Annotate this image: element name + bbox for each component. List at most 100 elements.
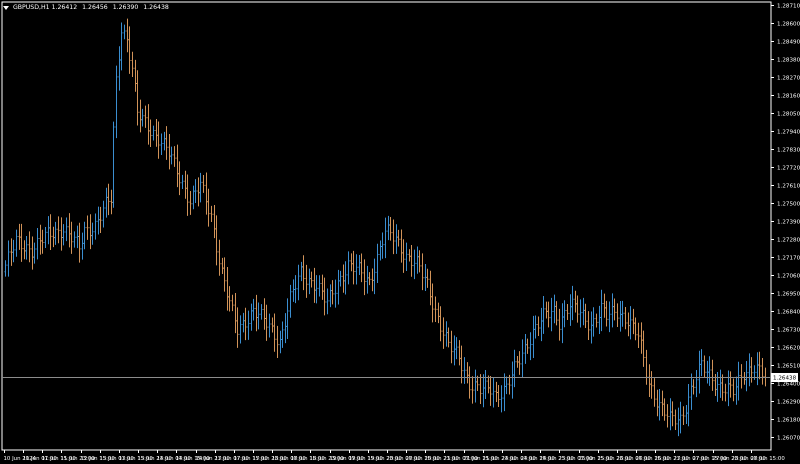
price-bar [458,340,461,366]
price-bar [466,362,469,384]
price-bar [33,242,36,264]
price-bar [561,303,564,344]
price-bar [86,215,89,240]
price-bar [62,224,65,246]
price-bar [360,253,363,283]
y-tick-label: 1.28380 [777,58,800,64]
price-bar [4,260,7,277]
price-bar [574,290,577,313]
price-bar [542,296,545,334]
price-bar [12,239,15,263]
price-bar [202,175,205,193]
price-bar [598,305,601,335]
price-bar [379,240,382,261]
y-tick-label: 1.27390 [777,220,800,226]
price-bar [616,303,619,328]
price-bar [36,228,39,260]
price-bar [545,301,548,319]
price-bar [223,257,226,292]
price-bar [102,200,105,228]
close-value: 1.26438 [143,4,169,11]
price-bar [621,300,624,327]
price-bar [73,231,76,248]
price-bar [376,243,379,284]
price-bar [640,322,643,354]
price-bar [228,286,231,312]
price-bar [421,253,424,291]
price-bar [41,229,44,254]
price-bar [78,222,81,263]
price-bar [450,330,453,364]
price-bar [505,376,508,395]
open-value: 1.26412 [51,4,78,11]
price-bar [671,401,674,427]
collapse-triangle-icon[interactable] [3,5,9,10]
price-bar [416,246,419,274]
price-bar [178,161,181,196]
price-bar [550,297,553,332]
bars-layer [4,18,767,437]
price-bar [31,236,34,270]
price-bar [297,264,300,301]
y-tick-label: 1.27940 [777,130,800,136]
price-bar [221,257,224,274]
price-bar [740,364,743,389]
price-bar [453,335,456,366]
price-bar [7,240,10,277]
price-bar [431,283,434,323]
price-bar [141,108,144,127]
price-bar [331,280,334,305]
price-bar [263,298,266,330]
price-bar [692,379,695,395]
price-bar [210,205,213,223]
price-bar [273,313,276,352]
price-bar [743,371,746,385]
price-bar [492,377,495,408]
price-bar [218,239,221,276]
price-bar [321,274,324,300]
price-bar [242,312,245,333]
price-bar [526,338,529,354]
y-tick-label: 1.26290 [777,400,800,406]
price-bar [642,330,645,367]
price-bar [342,264,345,293]
y-tick-label: 1.28600 [777,22,800,28]
price-bar [758,351,761,380]
y-tick-label: 1.27720 [777,166,800,172]
chart-window[interactable]: GBPUSD,H1 1.26412 1.26456 1.26390 1.2643… [0,0,800,464]
price-bar [529,332,532,361]
price-chart[interactable]: 1.28710 1.28600 1.28490 1.28380 1.28270 1.281… [0,0,800,464]
price-bar [518,351,521,375]
price-bar [255,294,258,332]
price-bar [547,301,550,328]
price-bar [402,239,405,273]
y-tick-label: 1.26180 [777,418,800,424]
price-bar [603,293,606,318]
price-bar [107,183,110,216]
price-bar [637,322,640,348]
price-bar [49,214,52,250]
price-bar [289,284,292,318]
price-bar [131,51,134,77]
price-bar [39,224,42,255]
price-bar [81,232,84,260]
price-bar [482,374,485,408]
price-bar [368,272,371,286]
price-bar [397,229,400,247]
price-bar [387,215,390,241]
price-bar [737,361,740,401]
price-bar [57,216,60,244]
price-bar [761,357,764,385]
price-bar [500,385,503,413]
price-bar [679,401,682,434]
price-bar [656,389,659,417]
price-bar [663,398,666,421]
price-bar [695,369,698,398]
price-bar [677,407,680,437]
price-bar [257,302,260,330]
high-value: 1.26456 [82,4,108,11]
price-bar [199,172,202,203]
price-bar [310,271,313,288]
price-bar [68,213,71,248]
y-tick-label: 1.27500 [777,202,800,208]
